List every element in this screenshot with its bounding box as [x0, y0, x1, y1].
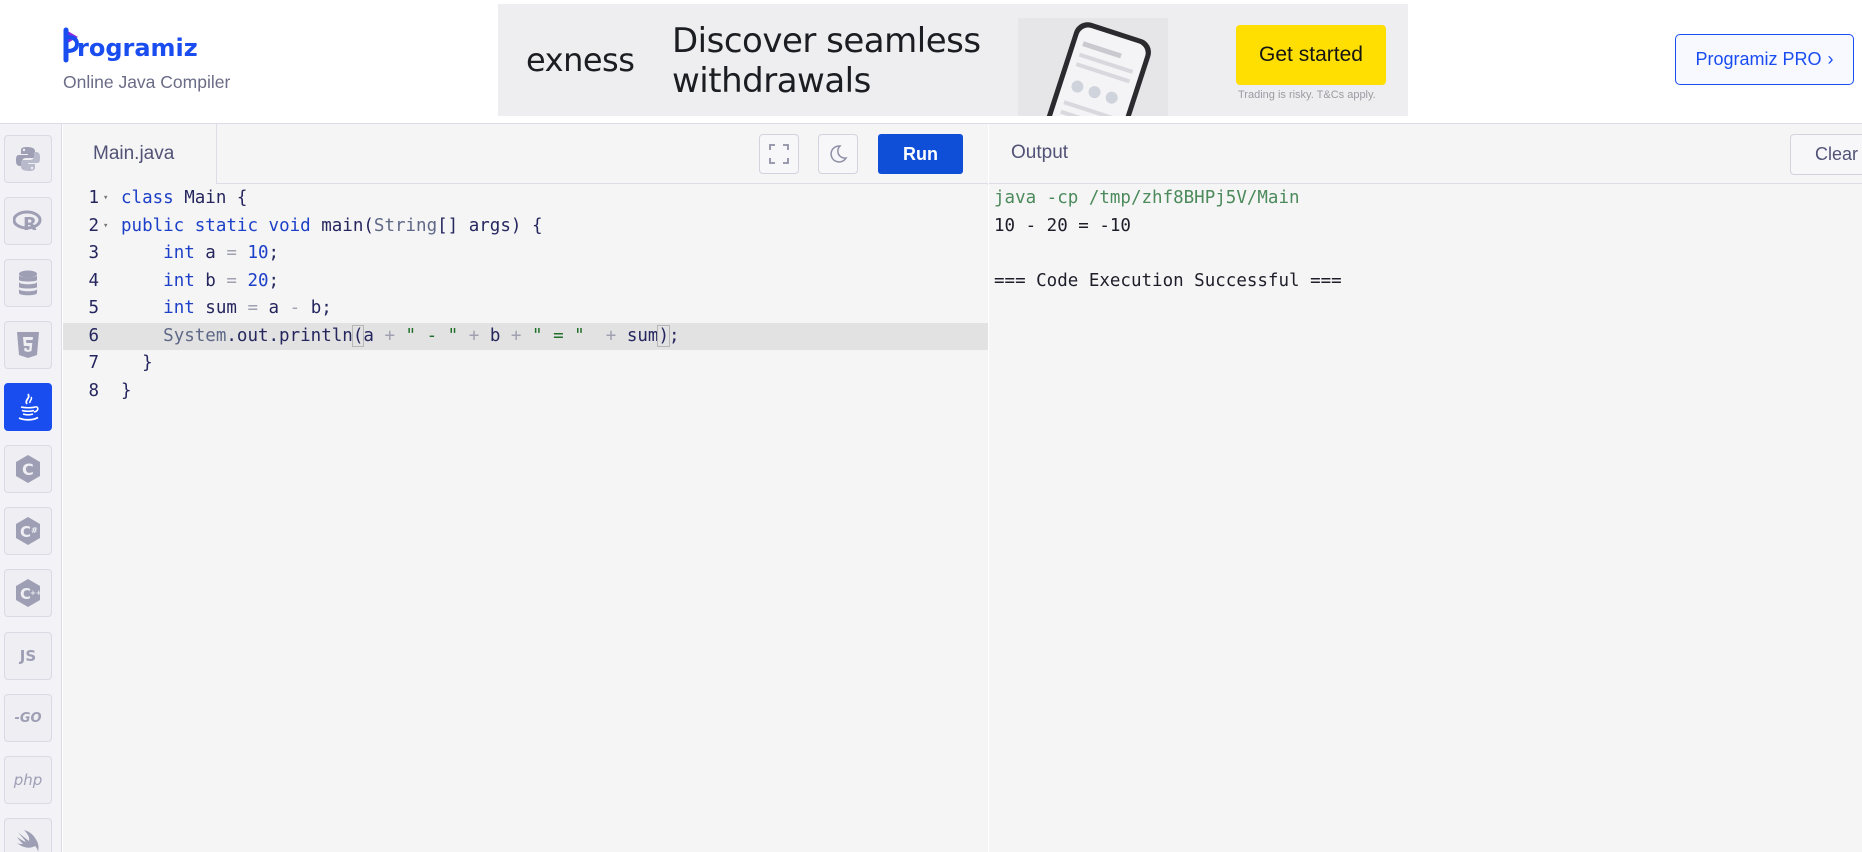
- code-line: 2 ▾ public static void main(String[] arg…: [63, 213, 988, 241]
- output-status-line: === Code Execution Successful ===: [994, 270, 1342, 291]
- ad-phone-image: [1018, 18, 1168, 116]
- svg-text:C: C: [22, 460, 34, 479]
- programiz-logo[interactable]: rogramiz: [63, 27, 263, 67]
- theme-toggle-button[interactable]: [818, 134, 858, 174]
- editor-toolbar: Main.java Run: [63, 124, 988, 184]
- code-text: class Main {: [121, 188, 248, 208]
- editor-panel: Main.java Run 1 ▾ class Main { 2 ▾ publi…: [63, 124, 988, 852]
- line-number: 1: [88, 188, 99, 208]
- code-line: 5 int sum = a - b;: [63, 295, 988, 323]
- chevron-right-icon: ›: [1827, 49, 1834, 69]
- cpp-icon: C ++: [16, 579, 42, 607]
- lang-php[interactable]: php: [4, 756, 52, 804]
- lang-c[interactable]: C: [4, 445, 52, 493]
- go-icon: -GO: [14, 710, 42, 726]
- svg-text:++: ++: [30, 589, 42, 597]
- svg-text:R: R: [23, 214, 37, 234]
- pro-button-label: Programiz PRO: [1695, 49, 1822, 69]
- php-icon: php: [13, 771, 43, 789]
- code-line-active: 6 System.out.println(a + " - " + b + " =…: [63, 322, 988, 350]
- fullscreen-icon: [769, 144, 789, 164]
- code-line: 7 }: [63, 350, 988, 378]
- ad-brand: exness: [526, 41, 635, 79]
- lang-html[interactable]: [4, 321, 52, 369]
- code-text: System.out.println(a + " - " + b + " = "…: [163, 324, 680, 347]
- line-number: 5: [88, 298, 99, 318]
- ad-headline: Discover seamless withdrawals: [672, 21, 981, 101]
- output-panel: Output Clear java -cp /tmp/zhf8BHPj5V/Ma…: [989, 124, 1862, 852]
- code-line: 4 int b = 20;: [63, 268, 988, 296]
- lang-cpp[interactable]: C ++: [4, 569, 52, 617]
- header: rogramiz Online Java Compiler exness Dis…: [0, 0, 1862, 124]
- page-subtitle: Online Java Compiler: [63, 72, 231, 92]
- csharp-icon: C #: [16, 517, 40, 545]
- clear-button[interactable]: Clear: [1790, 134, 1862, 175]
- output-title: Output: [1011, 142, 1069, 163]
- sql-icon: [19, 270, 37, 296]
- fullscreen-button[interactable]: [759, 134, 799, 174]
- svg-text:#: #: [31, 526, 38, 535]
- line-number: 8: [88, 380, 99, 401]
- fold-toggle-icon[interactable]: ▾: [103, 213, 108, 241]
- lang-go[interactable]: -GO: [4, 694, 52, 742]
- logo-text: rogramiz: [77, 34, 198, 62]
- lang-sql[interactable]: [4, 259, 52, 307]
- code-line: 8 }: [63, 378, 988, 406]
- output-line: 10 - 20 = -10: [994, 215, 1131, 236]
- run-button[interactable]: Run: [878, 134, 963, 174]
- js-icon: JS: [19, 647, 37, 665]
- line-number: 6: [88, 325, 99, 346]
- ad-banner[interactable]: exness Discover seamless withdrawals Get…: [498, 4, 1408, 116]
- code-text: int b = 20;: [163, 270, 280, 291]
- output-toolbar: Output Clear: [989, 124, 1862, 184]
- ad-disclaimer: Trading is risky. T&Cs apply.: [1238, 89, 1376, 101]
- lang-javascript[interactable]: JS: [4, 632, 52, 680]
- language-sidebar: R C C # C ++ JS -GO php: [0, 124, 62, 852]
- code-line: 3 int a = 10;: [63, 240, 988, 268]
- code-line: 1 ▾ class Main {: [63, 185, 988, 213]
- line-number: 2: [88, 215, 99, 236]
- code-text: }: [121, 380, 132, 401]
- lang-java[interactable]: [4, 383, 52, 431]
- code-text: int a = 10;: [163, 243, 280, 263]
- c-icon: C: [16, 455, 40, 483]
- ad-cta-button[interactable]: Get started: [1236, 25, 1386, 85]
- svg-text:C: C: [20, 523, 31, 541]
- moon-icon: [830, 145, 848, 163]
- lang-python[interactable]: [4, 135, 52, 183]
- line-number: 3: [88, 243, 99, 263]
- lang-r[interactable]: R: [4, 197, 52, 245]
- html5-icon: [17, 332, 39, 358]
- output-console[interactable]: java -cp /tmp/zhf8BHPj5V/Main 10 - 20 = …: [994, 185, 1342, 295]
- code-text: }: [121, 353, 153, 373]
- line-number: 4: [88, 270, 99, 291]
- line-number: 7: [88, 353, 99, 373]
- r-icon: R: [13, 210, 42, 234]
- fold-toggle-icon[interactable]: ▾: [103, 185, 108, 213]
- programiz-pro-button[interactable]: Programiz PRO ›: [1675, 34, 1854, 85]
- java-icon: [18, 393, 39, 421]
- lang-csharp[interactable]: C #: [4, 507, 52, 555]
- tab-main-java[interactable]: Main.java: [63, 124, 217, 184]
- swift-icon: [17, 830, 39, 852]
- code-text: int sum = a - b;: [163, 298, 332, 318]
- output-command-line: java -cp /tmp/zhf8BHPj5V/Main: [994, 188, 1300, 208]
- python-icon: [16, 147, 40, 171]
- code-editor[interactable]: 1 ▾ class Main { 2 ▾ public static void …: [63, 185, 988, 852]
- lang-swift[interactable]: [4, 818, 52, 852]
- code-text: public static void main(String[] args) {: [121, 215, 543, 236]
